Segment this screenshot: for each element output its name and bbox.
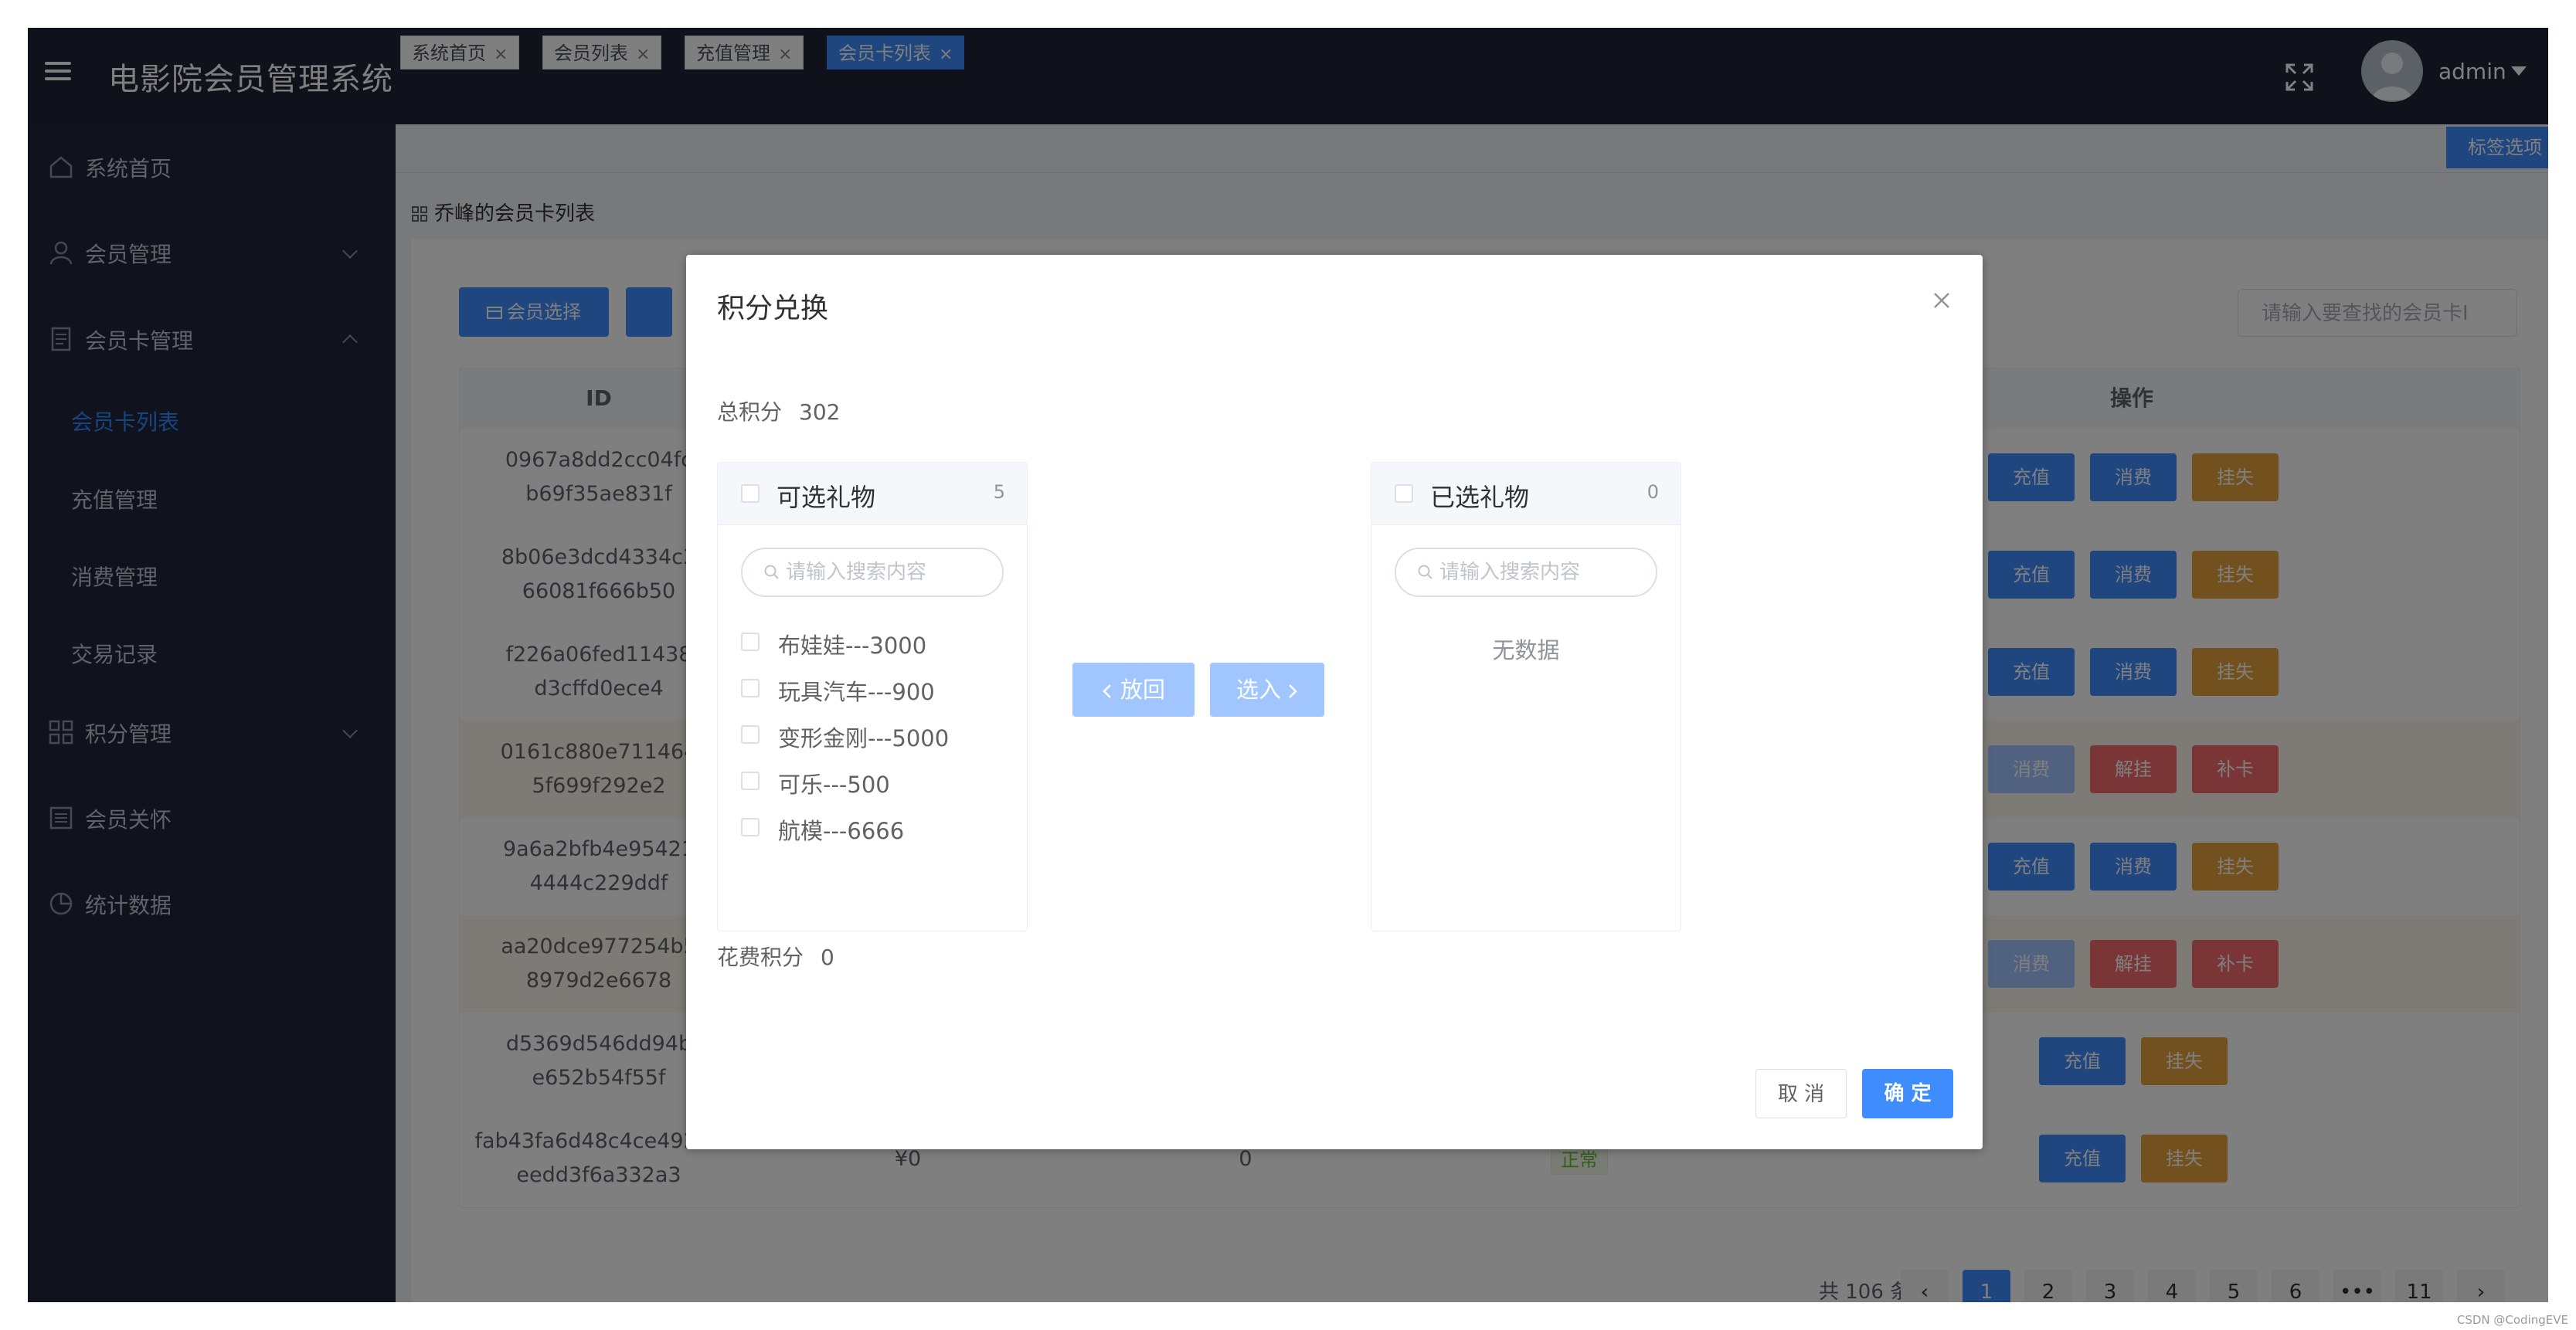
panel-title: 可选礼物 — [777, 483, 876, 512]
total-points-row: 总积分 302 — [717, 395, 857, 426]
chevron-right-icon — [1289, 684, 1297, 698]
button-label: 放回 — [1120, 677, 1165, 703]
total-points-value: 302 — [799, 399, 841, 425]
select-all-checkbox[interactable] — [1395, 484, 1413, 503]
cancel-button[interactable]: 取 消 — [1755, 1069, 1847, 1118]
gift-label: 布娃娃---3000 — [778, 633, 927, 659]
available-gifts-panel: 可选礼物 5 请输入搜索内容 布娃娃---3000 玩具汽车---900 变形金… — [717, 462, 1028, 931]
select-all-checkbox[interactable] — [741, 484, 760, 503]
gift-search-input[interactable]: 请输入搜索内容 — [1395, 548, 1657, 597]
close-icon[interactable] — [1930, 289, 1953, 312]
gift-label: 玩具汽车---900 — [778, 679, 935, 705]
gift-checkbox[interactable] — [741, 772, 760, 790]
watermark: CSDN @CodingEVE — [2456, 1313, 2568, 1327]
panel-header: 可选礼物 5 — [718, 463, 1027, 525]
confirm-button[interactable]: 确 定 — [1862, 1069, 1953, 1118]
panel-header: 已选礼物 0 — [1371, 463, 1681, 525]
points-exchange-dialog: 积分兑换 总积分 302 可选礼物 5 请输入搜索内容 布娃娃---3000 玩具… — [686, 255, 1983, 1149]
move-in-button[interactable]: 选入 — [1210, 663, 1324, 717]
panel-count: 0 — [1647, 481, 1659, 503]
gift-checkbox[interactable] — [741, 679, 760, 697]
search-icon — [1418, 565, 1432, 579]
move-back-button[interactable]: 放回 — [1072, 663, 1195, 717]
app-window: 电影院会员管理系统 admin 系统首页 会员管理 会员卡管理 — [28, 28, 2548, 1302]
gift-search-input[interactable]: 请输入搜索内容 — [741, 548, 1004, 597]
gift-label: 航模---6666 — [778, 818, 905, 844]
chevron-left-icon — [1103, 684, 1111, 698]
gift-checkbox[interactable] — [741, 818, 760, 836]
spent-points-value: 0 — [821, 945, 834, 970]
search-icon — [764, 565, 779, 579]
search-placeholder: 请输入搜索内容 — [1439, 561, 1581, 584]
gift-checkbox[interactable] — [741, 633, 760, 651]
empty-text: 无数据 — [1492, 637, 1560, 663]
spent-points-label: 花费积分 — [717, 945, 804, 970]
button-label: 选入 — [1235, 677, 1281, 703]
gift-label: 变形金刚---5000 — [778, 725, 950, 752]
dialog-title: 积分兑换 — [717, 293, 829, 324]
search-placeholder: 请输入搜索内容 — [786, 561, 927, 584]
spent-points-row: 花费积分 0 — [717, 941, 851, 972]
gift-label: 可乐---500 — [778, 772, 890, 798]
panel-count: 5 — [993, 481, 1005, 503]
selected-gifts-panel: 已选礼物 0 请输入搜索内容 无数据 — [1371, 462, 1681, 931]
panel-title: 已选礼物 — [1430, 483, 1530, 512]
gift-checkbox[interactable] — [741, 725, 760, 744]
total-points-label: 总积分 — [717, 399, 783, 425]
